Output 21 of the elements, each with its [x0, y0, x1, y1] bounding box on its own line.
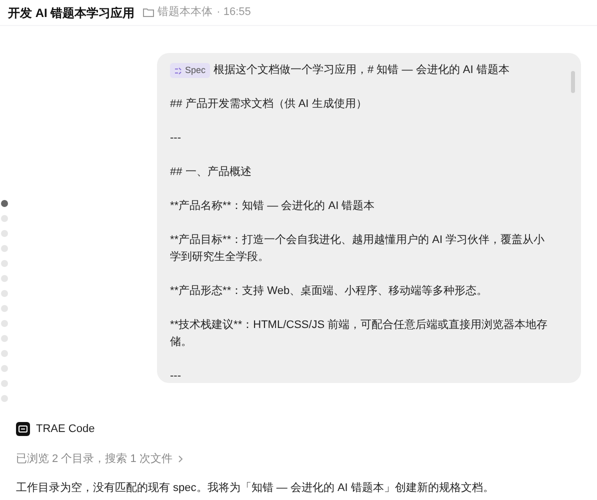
timestamp: · 16:55 [216, 5, 251, 20]
message-text: --- [170, 131, 182, 146]
agent-name: TRAE Code [36, 422, 95, 437]
activity-summary[interactable]: 已浏览 2 个目录，搜索 1 次文件 [16, 450, 172, 467]
message-text: **产品形态**：支持 Web、桌面端、小程序、移动端等多种形态。 [170, 284, 489, 299]
message-text: --- [170, 369, 182, 384]
reply-text: 工作目录为空，没有匹配的现有 spec。我将为「知错 — 会进化的 AI 错题本」创建新的规格文档。 [16, 480, 495, 496]
message-text: **产品目标**：打造一个会自我进化、越用越懂用户的 AI 学习伙伴，覆盖从小学到研究生全学段。 [170, 232, 546, 265]
chevron-right-icon[interactable] [178, 454, 184, 463]
message-text: ## 产品开发需求文档（供 AI 生成使用） [170, 96, 368, 112]
message-text: ## 一、产品概述 [170, 164, 252, 180]
folder-name: 错题本本体 [158, 5, 213, 20]
agent-icon [16, 422, 30, 436]
spec-tag: Spec [170, 63, 210, 78]
message-text: **技术栈建议**：HTML/CSS/JS 前端，可配合任意后端或直接用浏览器本地存储。 [170, 318, 549, 350]
chat-title: 开发 AI 错题本学习应用 [8, 4, 135, 22]
folder-icon [142, 8, 154, 17]
scrollbar [571, 71, 575, 93]
message-text: **产品名称**：知错 — 会进化的 AI 错题本 [170, 198, 376, 214]
message-text: 根据这个文档做一个学习应用，# 知错 — 会进化的 AI 错题本 [214, 62, 510, 78]
spec-icon [174, 66, 182, 74]
